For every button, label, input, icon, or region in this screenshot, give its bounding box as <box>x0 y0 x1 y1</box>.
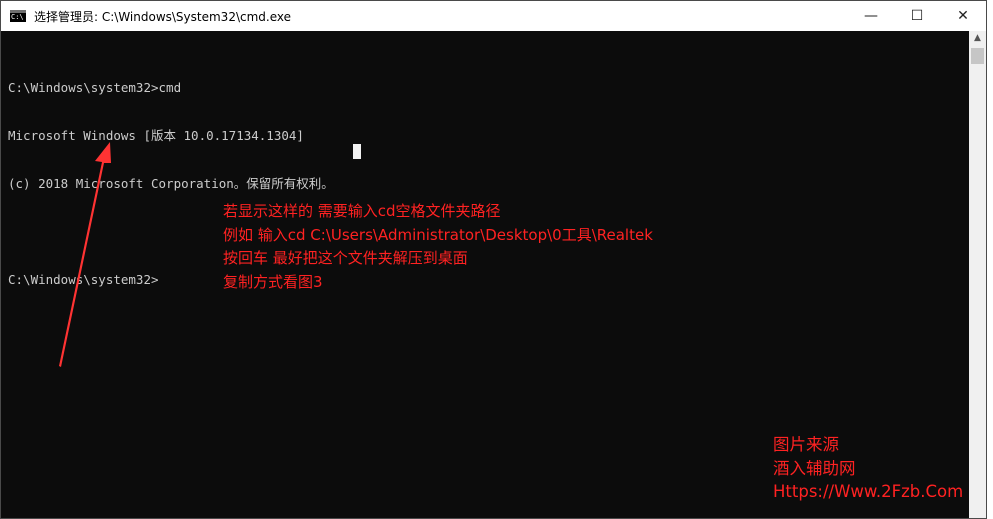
console-line: C:\Windows\system32>cmd <box>8 80 182 95</box>
window-title: 选择管理员: C:\Windows\System32\cmd.exe <box>34 9 291 24</box>
annotation-line: 复制方式看图3 <box>223 272 323 291</box>
text-cursor <box>353 144 361 159</box>
window-controls: — ☐ ✕ <box>848 1 986 31</box>
console-line: (c) 2018 Microsoft Corporation。保留所有权利。 <box>8 176 334 191</box>
close-icon: ✕ <box>957 8 969 24</box>
watermark-line: 酒入辅助网 <box>773 458 856 478</box>
title-bar[interactable]: C:\ 选择管理员: C:\Windows\System32\cmd.exe —… <box>1 1 986 31</box>
minimize-button[interactable]: — <box>848 1 894 31</box>
vertical-scrollbar[interactable]: ▲ <box>969 31 986 518</box>
cmd-window: C:\ 选择管理员: C:\Windows\System32\cmd.exe —… <box>0 0 987 519</box>
watermark-text: 图片来源 酒入辅助网 Https://Www.2Fzb.Com <box>773 433 963 504</box>
background-desktop-edge <box>987 0 993 519</box>
watermark-line: Https://Www.2Fzb.Com <box>773 482 964 501</box>
maximize-button[interactable]: ☐ <box>894 1 940 31</box>
annotation-text: 若显示这样的 需要输入cd空格文件夹路径 例如 输入cd C:\Users\Ad… <box>223 200 653 294</box>
cmd-icon: C:\ <box>10 10 26 22</box>
maximize-icon: ☐ <box>910 8 924 24</box>
scroll-thumb[interactable] <box>971 48 984 64</box>
annotation-line: 若显示这样的 需要输入cd空格文件夹路径 <box>223 202 501 220</box>
console-line: Microsoft Windows [版本 10.0.17134.1304] <box>8 128 304 143</box>
minimize-icon: — <box>864 8 878 24</box>
annotation-line: 按回车 最好把这个文件夹解压到桌面 <box>223 249 468 267</box>
annotation-line: 例如 输入cd C:\Users\Administrator\Desktop\0… <box>223 225 653 244</box>
watermark-line: 图片来源 <box>773 435 839 454</box>
scroll-up-arrow-icon[interactable]: ▲ <box>969 33 986 43</box>
close-button[interactable]: ✕ <box>940 1 986 31</box>
